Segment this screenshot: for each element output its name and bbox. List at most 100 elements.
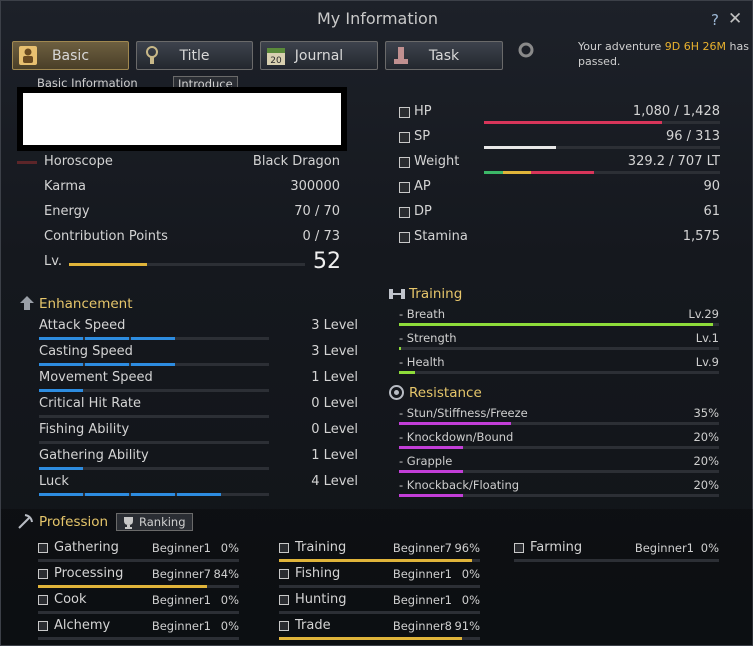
resistance-bar-fill — [399, 494, 463, 497]
enhancement-segment — [177, 415, 221, 418]
enhancement-panel: Enhancement Attack Speed 3 Level Casting S… — [17, 291, 377, 503]
resistance-bar — [399, 470, 719, 473]
trophy-icon — [124, 517, 133, 529]
profession-label: Cook — [54, 592, 87, 607]
resistance-value: 35% — [693, 406, 719, 420]
resistance-bar-fill — [399, 470, 463, 473]
arrow-up-icon — [20, 296, 34, 310]
stat-label: HP — [414, 104, 432, 119]
dumbbell-icon — [389, 289, 405, 299]
profession-pct: 91% — [454, 619, 480, 633]
profession-icon — [279, 569, 289, 579]
enhancement-segment — [131, 389, 175, 392]
close-button[interactable]: ✕ — [728, 9, 742, 29]
enhancement-value: 1 Level — [311, 370, 358, 385]
training-bar — [399, 323, 719, 326]
tab-task[interactable]: Task — [385, 41, 503, 70]
training-bar-fill — [399, 371, 415, 374]
profession-label: Fishing — [295, 566, 341, 581]
enhancement-segment — [85, 415, 129, 418]
stat-value: 96 / 313 — [666, 129, 720, 144]
spirit-icon — [399, 132, 410, 143]
enhancement-value: 3 Level — [311, 318, 358, 333]
profession-icon — [279, 621, 289, 631]
enhancement-label: Gathering Ability — [39, 448, 149, 463]
resistance-bar-fill — [399, 446, 463, 449]
profession-label: Processing — [54, 566, 124, 581]
profession-icon — [514, 543, 524, 553]
enhancement-value: 3 Level — [311, 344, 358, 359]
profession-bar-fill — [38, 585, 207, 588]
profession-rank: Beginner1 — [392, 567, 452, 581]
stat-value: 329.2 / 707 LT — [627, 154, 720, 169]
redacted-name-box — [23, 93, 341, 145]
profession-bar — [38, 585, 239, 588]
resistance-value: 20% — [693, 430, 719, 444]
stat-value: 0 / 73 — [302, 229, 340, 244]
tab-journal[interactable]: 20 Journal — [260, 41, 378, 70]
enhancement-segment — [85, 363, 129, 366]
profession-title: Profession — [39, 514, 109, 530]
training-value: Lv.1 — [695, 331, 719, 345]
profession-bar — [38, 611, 239, 614]
resistance-bar — [399, 494, 719, 497]
weight-segment — [484, 171, 503, 174]
profession-bar — [279, 585, 480, 588]
profession-label: Gathering — [54, 540, 119, 555]
settings-gear-icon[interactable] — [516, 40, 536, 60]
level-label: Lv. — [44, 254, 63, 269]
stat-bar — [484, 146, 720, 149]
pickaxe-icon — [18, 514, 33, 529]
enhancement-label: Attack Speed — [39, 318, 126, 333]
training-value: Lv.29 — [688, 307, 719, 321]
horoscope-accent — [17, 161, 37, 164]
stat-bar — [484, 121, 720, 124]
resistance-label: - Knockback/Floating — [399, 478, 520, 492]
enhancement-bar — [39, 389, 269, 392]
enhancement-value: 4 Level — [311, 474, 358, 489]
stat-label: Energy — [44, 204, 90, 219]
resistance-label: - Knockdown/Bound — [399, 430, 514, 444]
stamina-icon — [399, 232, 410, 243]
enhancement-segment — [131, 467, 175, 470]
stat-label: Stamina — [414, 229, 468, 244]
enhancement-segment — [177, 389, 221, 392]
help-button[interactable]: ? — [711, 11, 719, 29]
tab-title[interactable]: Title — [136, 41, 253, 70]
profession-pct: 96% — [454, 541, 480, 555]
enhancement-segment — [177, 441, 221, 444]
tab-basic[interactable]: Basic — [12, 41, 129, 70]
profession-label: Training — [295, 540, 347, 555]
training-bar — [399, 371, 719, 374]
profession-label: Trade — [295, 618, 331, 633]
shield-icon — [399, 207, 410, 218]
profession-label: Hunting — [295, 592, 347, 607]
enhancement-segment — [223, 467, 267, 470]
profession-panel: Profession Ranking Gathering Beginner1 0% P… — [1, 509, 753, 645]
stat-label: Weight — [414, 154, 460, 169]
stat-label: AP — [414, 179, 431, 194]
profession-bar — [38, 559, 239, 562]
enhancement-segment — [177, 337, 221, 340]
enhancement-segment — [177, 493, 221, 496]
profession-icon — [38, 543, 48, 553]
profession-label: Alchemy — [54, 618, 111, 633]
profession-pct: 0% — [220, 593, 239, 607]
profession-pct: 0% — [220, 541, 239, 555]
stat-value: 300000 — [290, 179, 340, 194]
profession-bar-fill — [279, 637, 462, 640]
enhancement-bar — [39, 363, 269, 366]
stat-value: 70 / 70 — [294, 204, 340, 219]
profession-pct: 84% — [213, 567, 239, 581]
enhancement-label: Fishing Ability — [39, 422, 130, 437]
enhancement-segment — [223, 441, 267, 444]
sword-icon — [399, 182, 410, 193]
enhancement-value: 1 Level — [311, 448, 358, 463]
profession-icon — [279, 543, 289, 553]
level-bar-fill — [69, 263, 147, 266]
profession-rank: Beginner1 — [392, 593, 452, 607]
enhancement-segment — [39, 467, 83, 470]
weight-icon — [399, 157, 410, 168]
ranking-button[interactable]: Ranking — [116, 513, 193, 531]
enhancement-segment — [131, 441, 175, 444]
